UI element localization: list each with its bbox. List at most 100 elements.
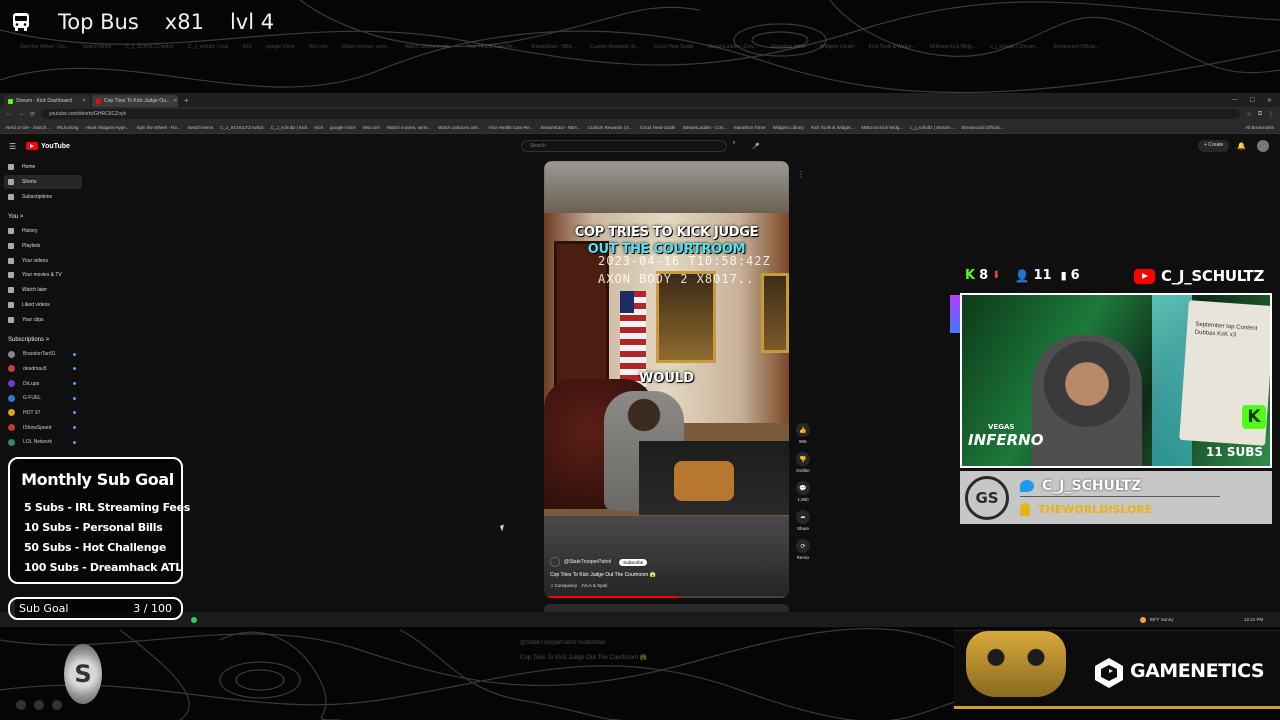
bottom-taskbar-echo xyxy=(16,700,62,710)
sidebar-item-home[interactable]: Home xyxy=(4,160,82,175)
subscription-item[interactable]: IShowSpeed xyxy=(4,420,82,435)
youtube-icon xyxy=(1134,268,1155,284)
url-field[interactable]: youtube.com/shorts/GHRC6CZoyk xyxy=(41,109,1241,119)
back-icon[interactable]: ← xyxy=(6,111,12,117)
create-button[interactable]: + Create xyxy=(1198,140,1230,152)
bookmark-item[interactable]: Streamcord Official... xyxy=(961,125,1003,130)
comments-button[interactable]: 💬 1,960 xyxy=(796,481,810,502)
sun-icon xyxy=(1140,616,1146,623)
subscription-item[interactable]: G FUEL xyxy=(4,391,82,406)
bookmark-item[interactable]: Custom Rewards | E... xyxy=(588,125,633,130)
subscription-item[interactable]: deadmau5 xyxy=(4,362,82,377)
bookmark-item[interactable]: Watch cartoons onli... xyxy=(438,125,481,130)
sidebar-item-history[interactable]: History xyxy=(4,224,82,239)
sub-goal-count: 3 / 100 xyxy=(133,602,172,615)
subscriptions-heading[interactable]: Subscriptions > xyxy=(4,333,82,347)
sidebar-item-liked-videos[interactable]: Liked videos xyxy=(4,298,82,313)
sidebar-item-shorts[interactable]: Shorts xyxy=(4,174,82,190)
dislike-button[interactable]: 👎 Dislike xyxy=(796,452,810,473)
hamburger-menu-icon[interactable]: ☰ xyxy=(9,142,16,151)
channel-name[interactable]: @StateTrooperPatrol xyxy=(564,559,611,565)
star-icon[interactable]: ☆ xyxy=(1246,111,1251,118)
webcam-subs-count: 11 SUBS xyxy=(1206,445,1264,459)
bookmark-item[interactable]: Marathon Timer xyxy=(734,125,766,130)
video-flag-canton xyxy=(620,291,634,313)
sidebar-item-your-movies-tv[interactable]: Your movies & TV xyxy=(4,268,82,283)
tab-youtube-short[interactable]: Cop Tries To Kick Judge Ou... ✕ xyxy=(92,95,178,107)
bookmark-item[interactable]: Heart Widgets Hype... xyxy=(86,125,130,130)
remix-label: Remix xyxy=(796,555,810,560)
extensions-icon[interactable]: ⧉ xyxy=(1258,111,1262,118)
sidebar-item-label: Playlists xyxy=(22,243,41,250)
video-portrait-painting-right xyxy=(761,273,789,353)
all-bookmarks[interactable]: All Bookmarks xyxy=(1245,125,1274,130)
bookmark-item[interactable]: Widgets Library xyxy=(773,125,804,130)
close-icon[interactable]: ✕ xyxy=(173,98,177,107)
short-audio[interactable]: ♫ Conspiracy · JVLA & Spoti xyxy=(550,583,607,588)
like-button[interactable]: 👍 96K xyxy=(796,423,810,444)
bookmark-item[interactable]: Spin the Wheel - Ra... xyxy=(137,125,181,130)
video-bag xyxy=(674,461,734,501)
short-title[interactable]: Cop Tries To Kick Judge Out The Courtroo… xyxy=(550,572,656,578)
video-progress-bar[interactable] xyxy=(544,596,789,598)
forward-icon[interactable]: → xyxy=(18,111,24,117)
taskbar-clock[interactable]: 12:21 PM xyxy=(1244,617,1263,622)
channel-avatar[interactable] xyxy=(550,557,560,567)
sponsor-name: GAMENETICS xyxy=(1130,660,1265,682)
search-input[interactable]: Search xyxy=(521,140,727,152)
youtube-logo[interactable]: YouTube xyxy=(26,142,70,150)
subscription-item[interactable]: LOL Network xyxy=(4,435,82,450)
app-icon xyxy=(52,700,62,710)
bookmark-item[interactable]: Nerd or Die - Switch... xyxy=(6,125,50,130)
bookmark-item[interactable]: MrBoost Kick Widg... xyxy=(861,125,903,130)
tab-label: Cop Tries To Kick Judge Ou... xyxy=(104,98,171,104)
subscription-item[interactable]: HOT 97 xyxy=(4,406,82,421)
bookmark-item[interactable]: StreamLadder - Con... xyxy=(683,125,728,130)
tab-kick-dashboard[interactable]: Stream - Kick Dashboard ✕ xyxy=(4,95,90,107)
sidebar-item-your-videos[interactable]: Your videos xyxy=(4,253,82,268)
bookmark-item[interactable]: Wix.com xyxy=(363,125,380,130)
bookmark-item[interactable]: Watch movies, serie... xyxy=(387,125,431,130)
browser-menu-icon[interactable]: ⋮ xyxy=(1268,111,1274,118)
bookmark-item[interactable]: Kick xyxy=(314,125,323,130)
your-videos-icon xyxy=(8,257,14,264)
bookmark-item[interactable]: c_j_schultz | Stream... xyxy=(910,125,954,130)
share-button[interactable]: ➦ Share xyxy=(796,510,810,531)
bookmark-item[interactable]: Switch Items xyxy=(188,125,214,130)
sidebar-item-your-clips[interactable]: Your clips xyxy=(4,312,82,327)
shorts-video-player[interactable]: COP TRIES TO KICK JUDGE OUT THE COURTROO… xyxy=(544,161,789,598)
reload-icon[interactable]: ⟳ xyxy=(30,111,35,118)
weather-text: 89°F Sunny xyxy=(1150,617,1174,622)
avatar[interactable] xyxy=(1257,140,1269,152)
subscription-item[interactable]: BrandonTan91 xyxy=(4,347,82,362)
search-icon[interactable]: ⌕ xyxy=(727,140,741,152)
ghost-tab-label: Watch movies, serie... xyxy=(341,44,391,50)
remix-button[interactable]: ⟳ Remix xyxy=(796,539,810,560)
you-heading[interactable]: You > xyxy=(4,210,82,224)
notifications-bell-icon[interactable]: 🔔 xyxy=(1237,142,1246,150)
tab-strip: Stream - Kick Dashboard ✕ Cop Tries To K… xyxy=(0,93,1280,107)
close-icon[interactable]: ✕ xyxy=(82,98,86,107)
minimize-icon[interactable]: — xyxy=(1232,97,1238,104)
short-actions: 👍 96K 👎 Dislike 💬 1,960 ➦ Share ⟳ Remix xyxy=(793,423,813,568)
weather-widget[interactable]: 89°F Sunny xyxy=(1140,616,1174,623)
bookmark-item[interactable]: Your Health Care Re... xyxy=(488,125,533,130)
microphone-icon[interactable]: 🎤 xyxy=(752,143,759,150)
bookmark-item[interactable]: google Voice xyxy=(330,125,356,130)
bookmark-item[interactable]: StreamEast - NBA... xyxy=(540,125,581,130)
close-window-icon[interactable]: ✕ xyxy=(1267,97,1272,104)
maximize-icon[interactable]: ☐ xyxy=(1250,97,1255,104)
more-options-icon[interactable]: ⋮ xyxy=(797,170,805,179)
bookmark-item[interactable]: C_J_SCHULTZ twitch xyxy=(220,125,264,130)
bookmark-item[interactable]: C_J_schultz | Kick xyxy=(271,125,308,130)
subscribe-button[interactable]: Subscribe xyxy=(619,558,648,566)
new-tab-button[interactable]: + xyxy=(180,96,193,107)
sidebar-item-playlists[interactable]: Playlists xyxy=(4,239,82,254)
sidebar-item-subscriptions[interactable]: Subscriptions xyxy=(4,189,82,204)
subscription-item[interactable]: DrLupo xyxy=(4,376,82,391)
bookmark-item[interactable]: Cricut Heat Guide xyxy=(640,125,676,130)
bookmark-item[interactable]: IRLhosting xyxy=(57,125,79,130)
bookmark-item[interactable]: Kick Tools & Widget... xyxy=(811,125,854,130)
sidebar-item-watch-later[interactable]: Watch later xyxy=(4,283,82,298)
spotify-icon[interactable] xyxy=(191,616,197,623)
